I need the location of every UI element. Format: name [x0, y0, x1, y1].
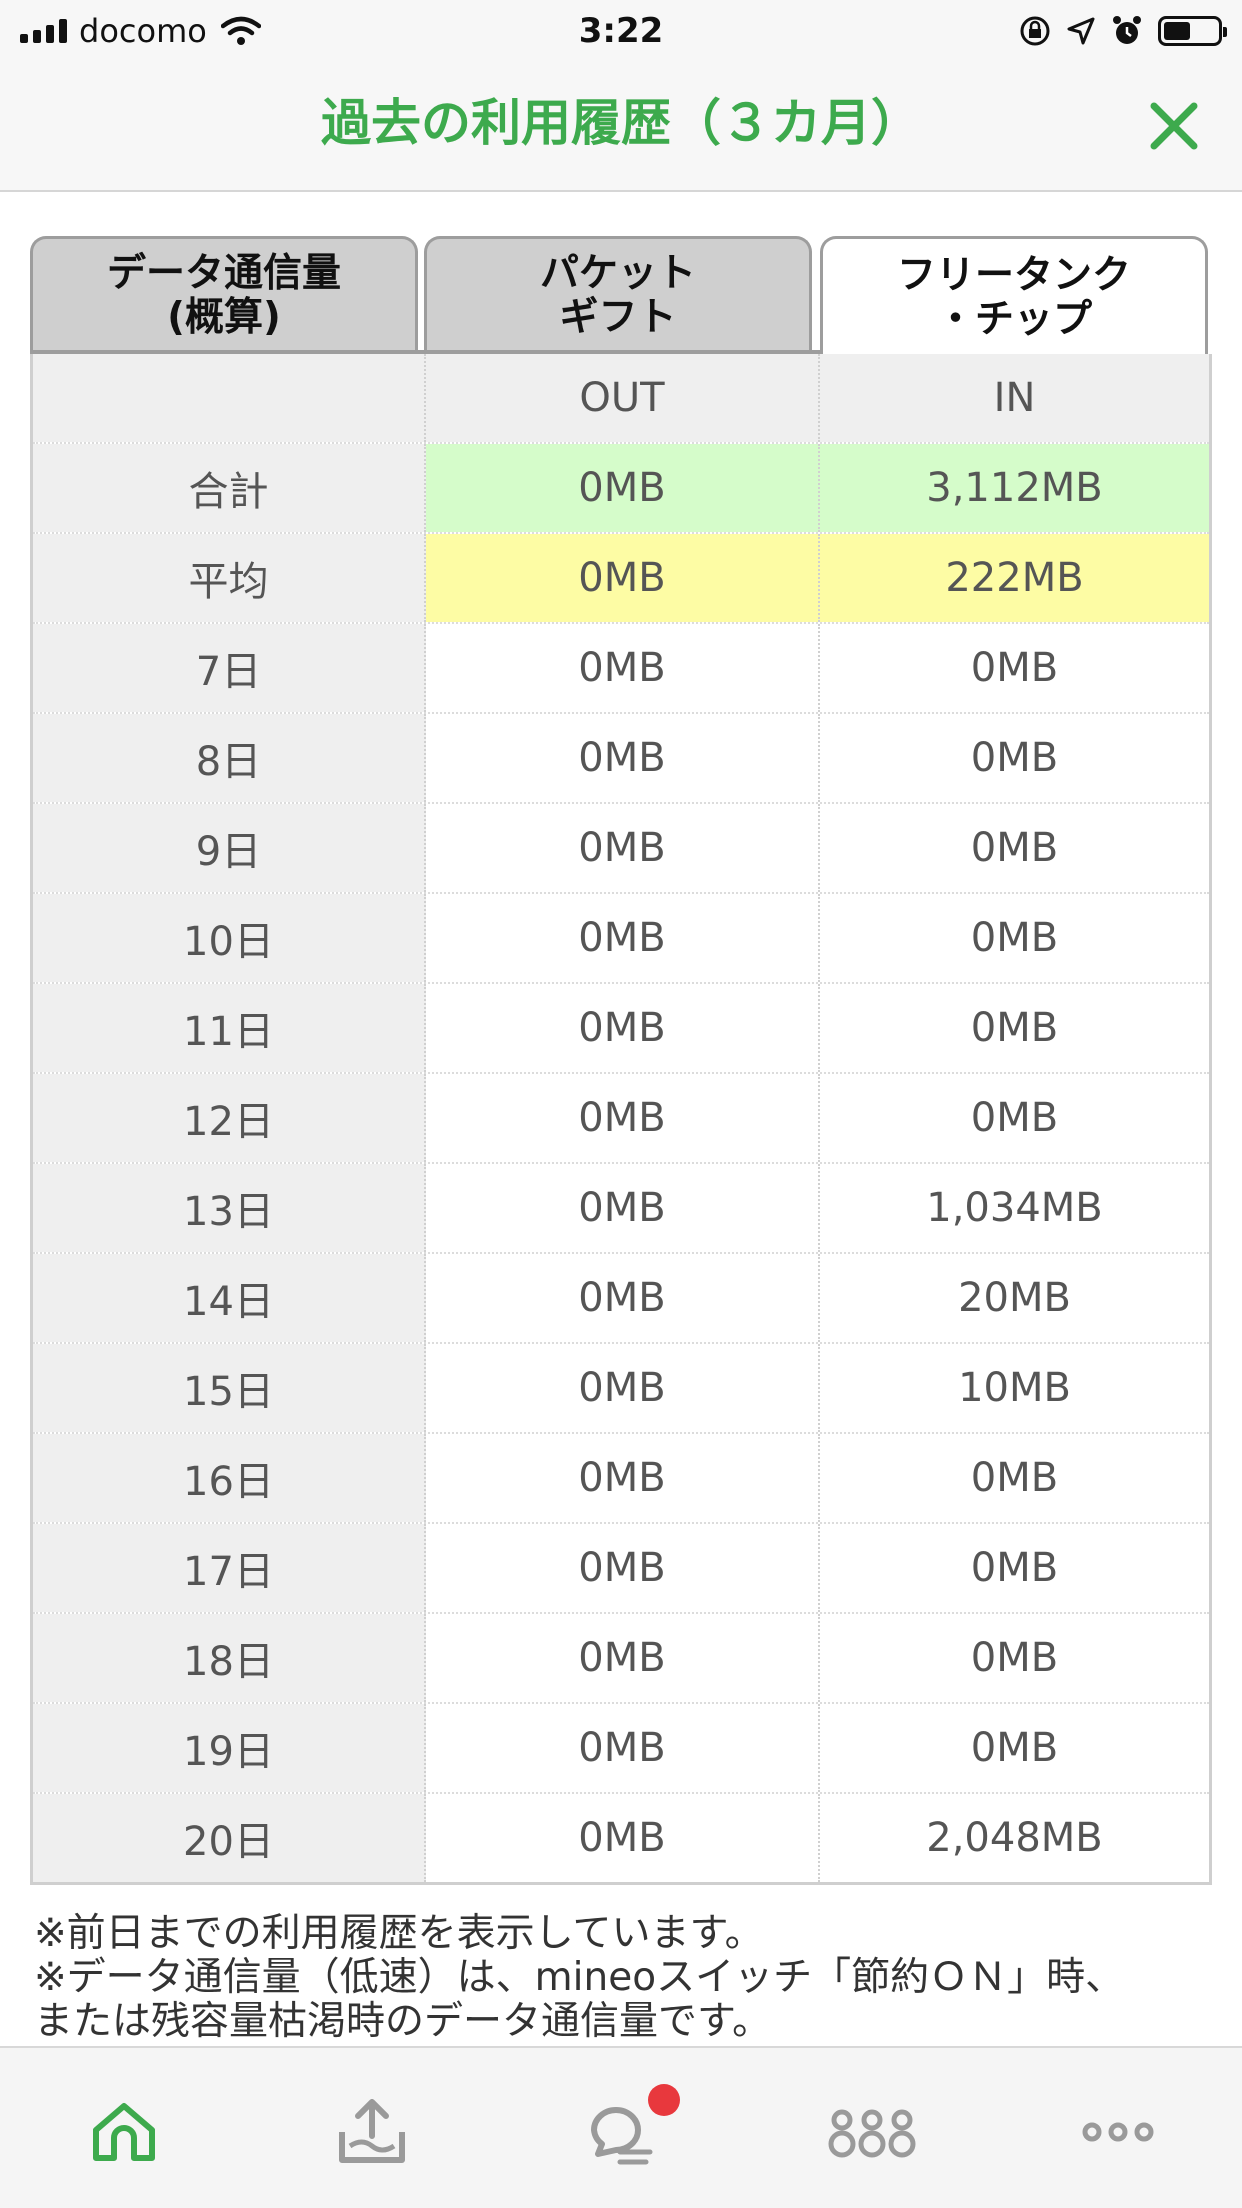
out-cell: 0MB: [426, 1794, 820, 1882]
more-icon: [1082, 2122, 1154, 2142]
out-cell: 0MB: [426, 714, 820, 802]
table-row: 12日 0MB 0MB: [33, 1074, 1209, 1164]
in-cell: 0MB: [970, 645, 1059, 691]
status-bar: docomo 3:22: [0, 0, 1242, 62]
nav-more[interactable]: [1078, 2092, 1158, 2172]
note-line: または残容量枯渇時のデータ通信量です。: [34, 1999, 772, 2044]
out-cell: 0MB: [426, 1344, 820, 1432]
total-in: 3,112MB: [820, 444, 1209, 532]
table-header-row: OUT IN: [33, 354, 1209, 444]
out-cell: 0MB: [426, 984, 820, 1072]
header: 過去の利用履歴（３カ月）: [0, 62, 1242, 192]
nav-packet[interactable]: [332, 2092, 412, 2172]
alarm-icon: [1113, 16, 1141, 44]
table-row: 18日 0MB 0MB: [33, 1614, 1209, 1704]
in-cell: 10MB: [958, 1365, 1071, 1411]
table-row: 11日 0MB 0MB: [33, 984, 1209, 1074]
day-cell: 18日: [33, 1614, 426, 1702]
table-row: 15日 0MB 10MB: [33, 1344, 1209, 1434]
table-row: 13日 0MB 1,034MB: [33, 1164, 1209, 1254]
day-cell: 19日: [33, 1704, 426, 1792]
day-cell: 17日: [33, 1524, 426, 1612]
in-cell: 0MB: [970, 915, 1059, 961]
out-cell: 0MB: [426, 1704, 820, 1792]
in-cell: 0MB: [970, 1545, 1059, 1591]
status-right: [1018, 12, 1227, 50]
day-cell: 9日: [33, 804, 426, 892]
out-cell: 0MB: [426, 1614, 820, 1702]
average-row: 平均 0MB 222MB: [33, 534, 1209, 624]
in-cell: 0MB: [970, 1455, 1059, 1501]
average-in: 222MB: [820, 534, 1209, 622]
total-out: 0MB: [426, 444, 820, 532]
table-row: 19日 0MB 0MB: [33, 1704, 1209, 1794]
day-cell: 16日: [33, 1434, 426, 1522]
note-line: ※前日までの利用履歴を表示しています。: [34, 1911, 764, 1956]
out-cell: 0MB: [426, 1524, 820, 1612]
header-out-cell: OUT: [426, 354, 820, 442]
day-cell: 15日: [33, 1344, 426, 1432]
day-cell: 8日: [33, 714, 426, 802]
usage-table: OUT IN 合計 0MB 3,112MB 平均 0MB 222MB 7日 0MB…: [30, 354, 1212, 1885]
day-cell: 12日: [33, 1074, 426, 1162]
in-cell: 1,034MB: [926, 1185, 1103, 1231]
home-icon: [93, 2103, 155, 2161]
header-day-cell: [33, 354, 426, 442]
day-cell: 13日: [33, 1164, 426, 1252]
tab-data-usage[interactable]: データ通信量 (概算): [30, 236, 418, 352]
out-cell: 0MB: [426, 624, 820, 712]
day-cell: 20日: [33, 1794, 426, 1882]
in-cell: 2,048MB: [926, 1815, 1103, 1861]
average-out: 0MB: [426, 534, 820, 622]
bottom-nav: [0, 2046, 1242, 2208]
header-in-cell: IN: [820, 354, 1209, 442]
out-cell: 0MB: [426, 1254, 820, 1342]
day-cell: 7日: [33, 624, 426, 712]
battery-icon: [1158, 16, 1227, 46]
note-line: ※データ通信量（低速）は、mineoスイッチ「節約ＯＮ」時、: [34, 1955, 1125, 2000]
in-cell: 0MB: [970, 825, 1059, 871]
day-cell: 14日: [33, 1254, 426, 1342]
day-cell: 11日: [33, 984, 426, 1072]
out-cell: 0MB: [426, 1074, 820, 1162]
in-cell: 0MB: [970, 1725, 1059, 1771]
nav-community[interactable]: [826, 2092, 918, 2172]
page-title: 過去の利用履歴（３カ月）: [321, 94, 921, 152]
tab-bar: データ通信量 (概算) パケット ギフト フリータンク ・チップ: [30, 236, 1212, 356]
table-row: 16日 0MB 0MB: [33, 1434, 1209, 1524]
orientation-lock-icon: [1020, 16, 1050, 46]
in-cell: 0MB: [970, 1005, 1059, 1051]
table-row: 8日 0MB 0MB: [33, 714, 1209, 804]
tab-packet-gift[interactable]: パケット ギフト: [424, 236, 812, 352]
day-cell: 10日: [33, 894, 426, 982]
out-cell: 0MB: [426, 894, 820, 982]
nav-home[interactable]: [84, 2092, 164, 2172]
total-label: 合計: [33, 444, 426, 532]
in-cell: 0MB: [970, 1095, 1059, 1141]
table-row: 10日 0MB 0MB: [33, 894, 1209, 984]
out-cell: 0MB: [426, 804, 820, 892]
in-cell: 0MB: [970, 735, 1059, 781]
tab-free-tank-chip[interactable]: フリータンク ・チップ: [820, 236, 1208, 356]
location-icon: [1067, 17, 1095, 45]
table-row: 17日 0MB 0MB: [33, 1524, 1209, 1614]
in-cell: 20MB: [958, 1275, 1071, 1321]
packet-upload-icon: [339, 2099, 405, 2163]
close-icon: [1150, 102, 1198, 150]
table-row: 7日 0MB 0MB: [33, 624, 1209, 714]
total-row: 合計 0MB 3,112MB: [33, 444, 1209, 534]
notification-badge: [648, 2084, 680, 2116]
close-button[interactable]: [1146, 98, 1202, 154]
community-icon: [828, 2109, 916, 2158]
in-cell: 0MB: [970, 1635, 1059, 1681]
out-cell: 0MB: [426, 1434, 820, 1522]
notes: ※前日までの利用履歴を表示しています。 ※データ通信量（低速）は、mineoスイ…: [34, 1912, 1224, 2044]
table-row: 14日 0MB 20MB: [33, 1254, 1209, 1344]
table-row: 20日 0MB 2,048MB: [33, 1794, 1209, 1882]
out-cell: 0MB: [426, 1164, 820, 1252]
average-label: 平均: [33, 534, 426, 622]
table-row: 9日 0MB 0MB: [33, 804, 1209, 894]
